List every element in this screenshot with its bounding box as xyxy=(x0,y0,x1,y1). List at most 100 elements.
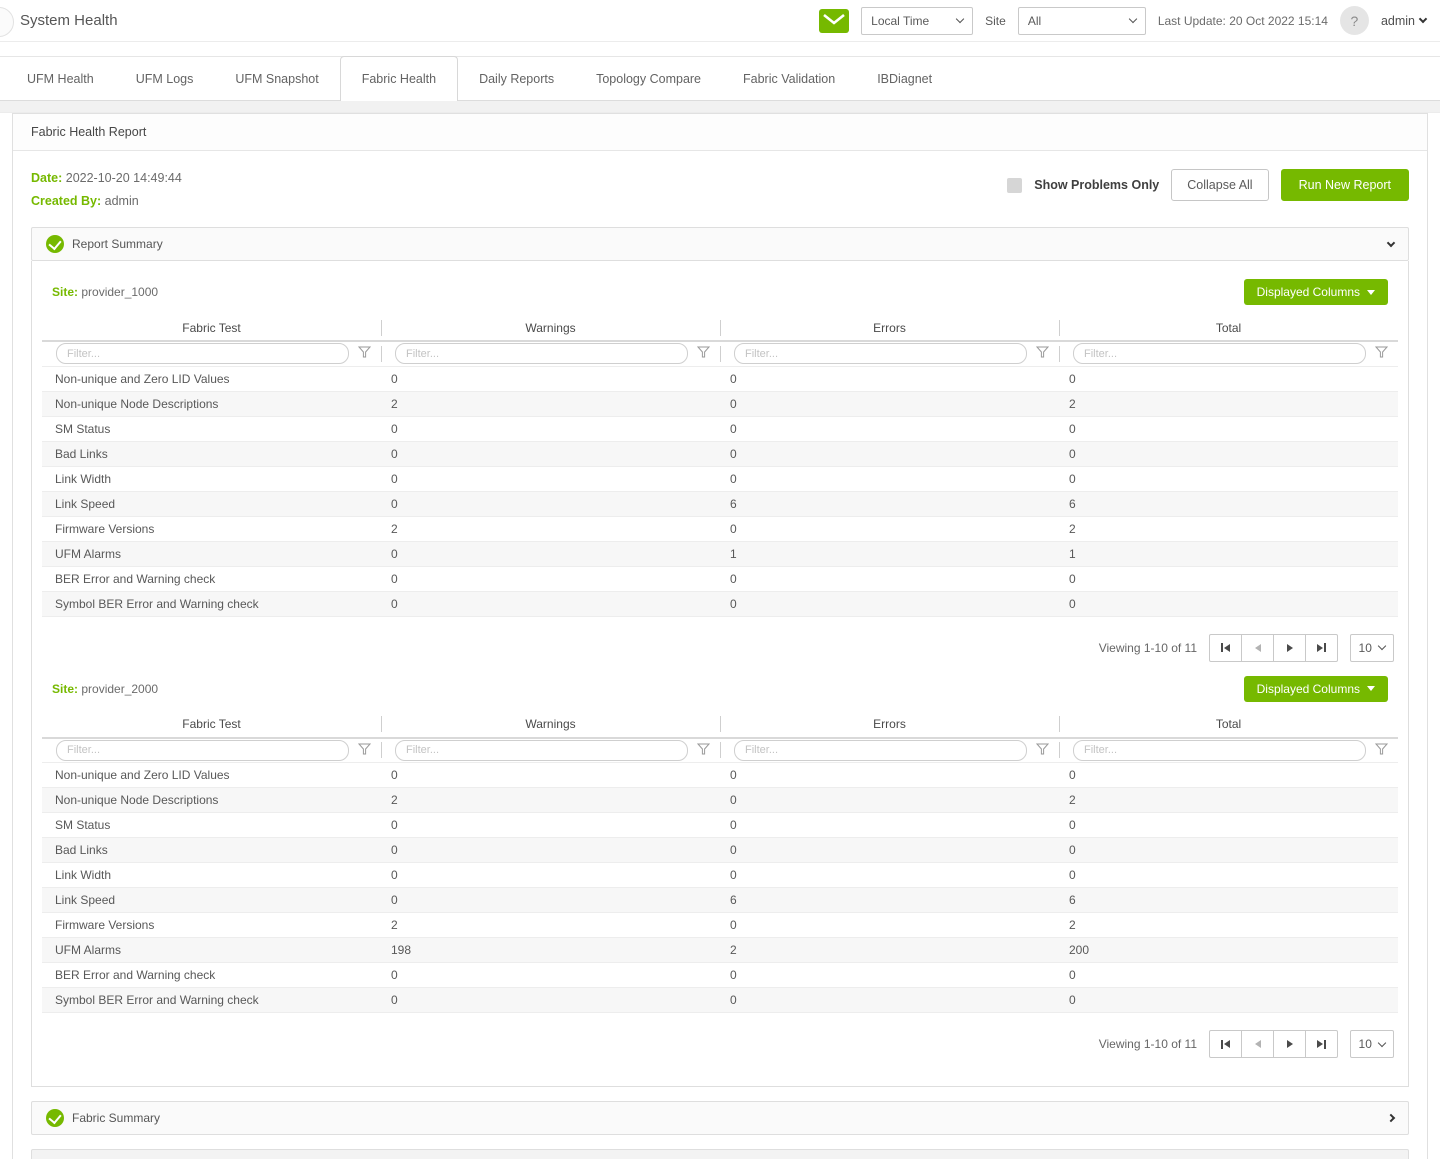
table-row[interactable]: Link Width000 xyxy=(42,863,1398,888)
filter-funnel-icon[interactable] xyxy=(1375,346,1388,361)
value-cell: 198 xyxy=(381,938,720,963)
table-row[interactable]: Firmware Versions202 xyxy=(42,913,1398,938)
report-summary-header[interactable]: Report Summary xyxy=(31,227,1409,261)
report-meta-row: Date: 2022-10-20 14:49:44 Created By: ad… xyxy=(31,167,1409,213)
filter-input-warnings[interactable] xyxy=(395,343,688,364)
table-row[interactable]: Non-unique Node Descriptions202 xyxy=(42,788,1398,813)
tab-ufm-health[interactable]: UFM Health xyxy=(6,57,115,100)
table-row[interactable]: Non-unique Node Descriptions202 xyxy=(42,391,1398,416)
table-row[interactable]: UFM Alarms011 xyxy=(42,541,1398,566)
first-page-button[interactable] xyxy=(1209,1030,1242,1058)
value-cell: 0 xyxy=(381,491,720,516)
col-header-fabric-test[interactable]: Fabric Test xyxy=(42,712,381,738)
value-cell: 2 xyxy=(381,788,720,813)
col-header-fabric-test[interactable]: Fabric Test xyxy=(42,315,381,341)
fabric-test-cell: Link Speed xyxy=(42,888,381,913)
help-button[interactable]: ? xyxy=(1340,6,1369,35)
tab-daily-reports[interactable]: Daily Reports xyxy=(458,57,575,100)
value-cell: 0 xyxy=(720,963,1059,988)
table-row[interactable]: Link Width000 xyxy=(42,466,1398,491)
page-size-select[interactable]: 10 xyxy=(1350,634,1394,662)
filter-funnel-icon[interactable] xyxy=(697,743,710,758)
col-header-warnings[interactable]: Warnings xyxy=(381,712,720,738)
filter-input-errors[interactable] xyxy=(734,740,1027,761)
site-select[interactable]: All xyxy=(1018,7,1146,35)
value-cell: 0 xyxy=(720,566,1059,591)
value-cell: 0 xyxy=(720,988,1059,1013)
table-row[interactable]: Symbol BER Error and Warning check000 xyxy=(42,591,1398,616)
collapse-all-button[interactable]: Collapse All xyxy=(1171,169,1268,201)
chevron-right-icon[interactable] xyxy=(1387,1114,1395,1122)
filter-input-errors[interactable] xyxy=(734,343,1027,364)
last-page-button[interactable] xyxy=(1305,634,1338,662)
tab-ufm-logs[interactable]: UFM Logs xyxy=(115,57,215,100)
value-cell: 0 xyxy=(381,988,720,1013)
col-header-errors[interactable]: Errors xyxy=(720,315,1059,341)
tab-fabric-validation[interactable]: Fabric Validation xyxy=(722,57,856,100)
fabric-test-cell: Symbol BER Error and Warning check xyxy=(42,988,381,1013)
value-cell: 6 xyxy=(720,888,1059,913)
page-size-select[interactable]: 10 xyxy=(1350,1030,1394,1058)
table-row[interactable]: Bad Links000 xyxy=(42,441,1398,466)
table-row[interactable]: BER Error and Warning check000 xyxy=(42,963,1398,988)
pagination-viewing-text: Viewing 1-10 of 11 xyxy=(1099,641,1197,655)
col-header-errors[interactable]: Errors xyxy=(720,712,1059,738)
tab-fabric-health[interactable]: Fabric Health xyxy=(340,56,458,101)
last-page-button[interactable] xyxy=(1305,1030,1338,1058)
table-row[interactable]: SM Status000 xyxy=(42,416,1398,441)
table-row[interactable]: Symbol BER Error and Warning check000 xyxy=(42,988,1398,1013)
user-menu[interactable]: admin xyxy=(1381,14,1426,28)
tab-ufm-snapshot[interactable]: UFM Snapshot xyxy=(214,57,339,100)
table-row[interactable]: Link Speed066 xyxy=(42,888,1398,913)
displayed-columns-button[interactable]: Displayed Columns xyxy=(1244,676,1388,702)
run-new-report-button[interactable]: Run New Report xyxy=(1281,169,1409,201)
fabric-summary-header[interactable]: Fabric Summary xyxy=(31,1101,1409,1135)
table-row[interactable]: SM Status000 xyxy=(42,813,1398,838)
fabric-test-cell: Non-unique Node Descriptions xyxy=(42,391,381,416)
filter-funnel-icon[interactable] xyxy=(358,346,371,361)
show-problems-checkbox[interactable] xyxy=(1007,178,1022,193)
filter-funnel-icon[interactable] xyxy=(1036,743,1049,758)
table-row[interactable]: Link Speed066 xyxy=(42,491,1398,516)
next-page-button[interactable] xyxy=(1273,1030,1306,1058)
fabric-health-report-panel: Fabric Health Report Date: 2022-10-20 14… xyxy=(12,113,1428,1159)
prev-page-button[interactable] xyxy=(1241,1030,1274,1058)
next-page-icon xyxy=(1287,1040,1293,1048)
displayed-columns-button[interactable]: Displayed Columns xyxy=(1244,279,1388,305)
mail-icon[interactable] xyxy=(819,9,849,33)
sidebar-toggle-button[interactable] xyxy=(0,7,14,37)
table-row[interactable]: UFM Alarms1982200 xyxy=(42,938,1398,963)
tab-topology-compare[interactable]: Topology Compare xyxy=(575,57,722,100)
tab-ibdiagnet[interactable]: IBDiagnet xyxy=(856,57,953,100)
value-cell: 0 xyxy=(1059,838,1398,863)
filter-funnel-icon[interactable] xyxy=(1375,743,1388,758)
filter-input-warnings[interactable] xyxy=(395,740,688,761)
filter-funnel-icon[interactable] xyxy=(358,743,371,758)
col-header-total[interactable]: Total xyxy=(1059,315,1398,341)
table-row[interactable]: Bad Links000 xyxy=(42,838,1398,863)
filter-input-fabric-test[interactable] xyxy=(56,343,349,364)
table-row[interactable]: BER Error and Warning check000 xyxy=(42,566,1398,591)
table-row[interactable]: Non-unique and Zero LID Values000 xyxy=(42,763,1398,788)
prev-page-button[interactable] xyxy=(1241,634,1274,662)
col-header-warnings[interactable]: Warnings xyxy=(381,315,720,341)
status-ok-icon xyxy=(46,235,64,253)
table-row[interactable]: Firmware Versions202 xyxy=(42,516,1398,541)
next-page-button[interactable] xyxy=(1273,634,1306,662)
filter-input-fabric-test[interactable] xyxy=(56,740,349,761)
timezone-select[interactable]: Local Time xyxy=(861,7,973,35)
col-header-total[interactable]: Total xyxy=(1059,712,1398,738)
fabric-test-cell: Non-unique and Zero LID Values xyxy=(42,366,381,391)
chevron-down-icon[interactable] xyxy=(1387,238,1395,246)
filter-funnel-icon[interactable] xyxy=(1036,346,1049,361)
table-row[interactable]: Non-unique and Zero LID Values000 xyxy=(42,366,1398,391)
next-section-header-partial[interactable] xyxy=(31,1149,1409,1159)
value-cell: 0 xyxy=(1059,441,1398,466)
filter-funnel-icon[interactable] xyxy=(697,346,710,361)
table-header-row: Fabric Test Warnings Errors Total xyxy=(42,712,1398,738)
filter-input-total[interactable] xyxy=(1073,740,1366,761)
tab-strip: UFM Health UFM Logs UFM Snapshot Fabric … xyxy=(0,56,1440,101)
filter-input-total[interactable] xyxy=(1073,343,1366,364)
first-page-button[interactable] xyxy=(1209,634,1242,662)
report-summary-body: Site: provider_1000 Displayed Columns Fa… xyxy=(31,261,1409,1087)
